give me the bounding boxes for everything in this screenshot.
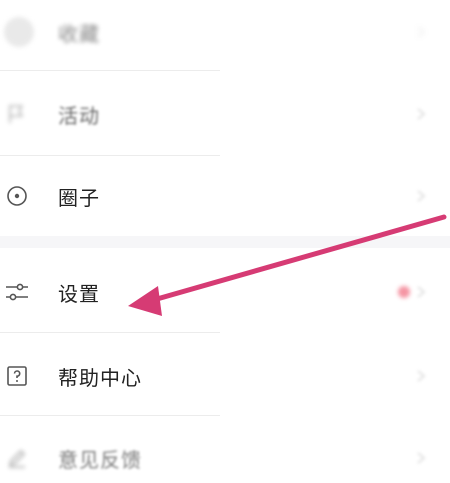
menu-item-feedback[interactable]: 意见反馈 [0,426,450,483]
menu-item-settings[interactable]: 设置 [0,260,450,324]
chevron-right-icon [417,286,426,298]
menu-item-settings-label: 设置 [58,281,100,306]
chevron-right-icon [417,108,426,120]
menu-item-circle[interactable]: 圈子 [0,164,450,228]
chevron-right-icon [417,370,426,382]
chevron-right-icon [417,26,426,38]
divider [0,70,220,71]
menu-item-feedback-label: 意见反馈 [58,447,142,472]
question-box-icon [4,363,30,389]
flag-icon [4,101,30,127]
avatar-icon [4,17,34,47]
divider [0,415,220,416]
menu-item-activity[interactable]: 活动 [0,82,450,146]
sliders-icon [4,279,30,305]
menu-item-help-center[interactable]: 帮助中心 [0,344,450,408]
divider [0,155,220,156]
section-separator [0,236,450,248]
menu-item-circle-label: 圈子 [58,185,100,210]
notification-dot [398,286,410,298]
circle-target-icon [4,183,30,209]
pencil-icon [4,445,30,471]
chevron-right-icon [417,452,426,464]
app-screen: 收藏 活动 圈子 设置 帮助中心 意见反馈 [0,0,450,483]
menu-item-top-label: 收藏 [58,21,100,46]
menu-item-help-center-label: 帮助中心 [58,365,142,390]
chevron-right-icon [417,190,426,202]
divider [0,332,220,333]
menu-item-top[interactable]: 收藏 [0,0,450,64]
menu-item-activity-label: 活动 [58,103,100,128]
